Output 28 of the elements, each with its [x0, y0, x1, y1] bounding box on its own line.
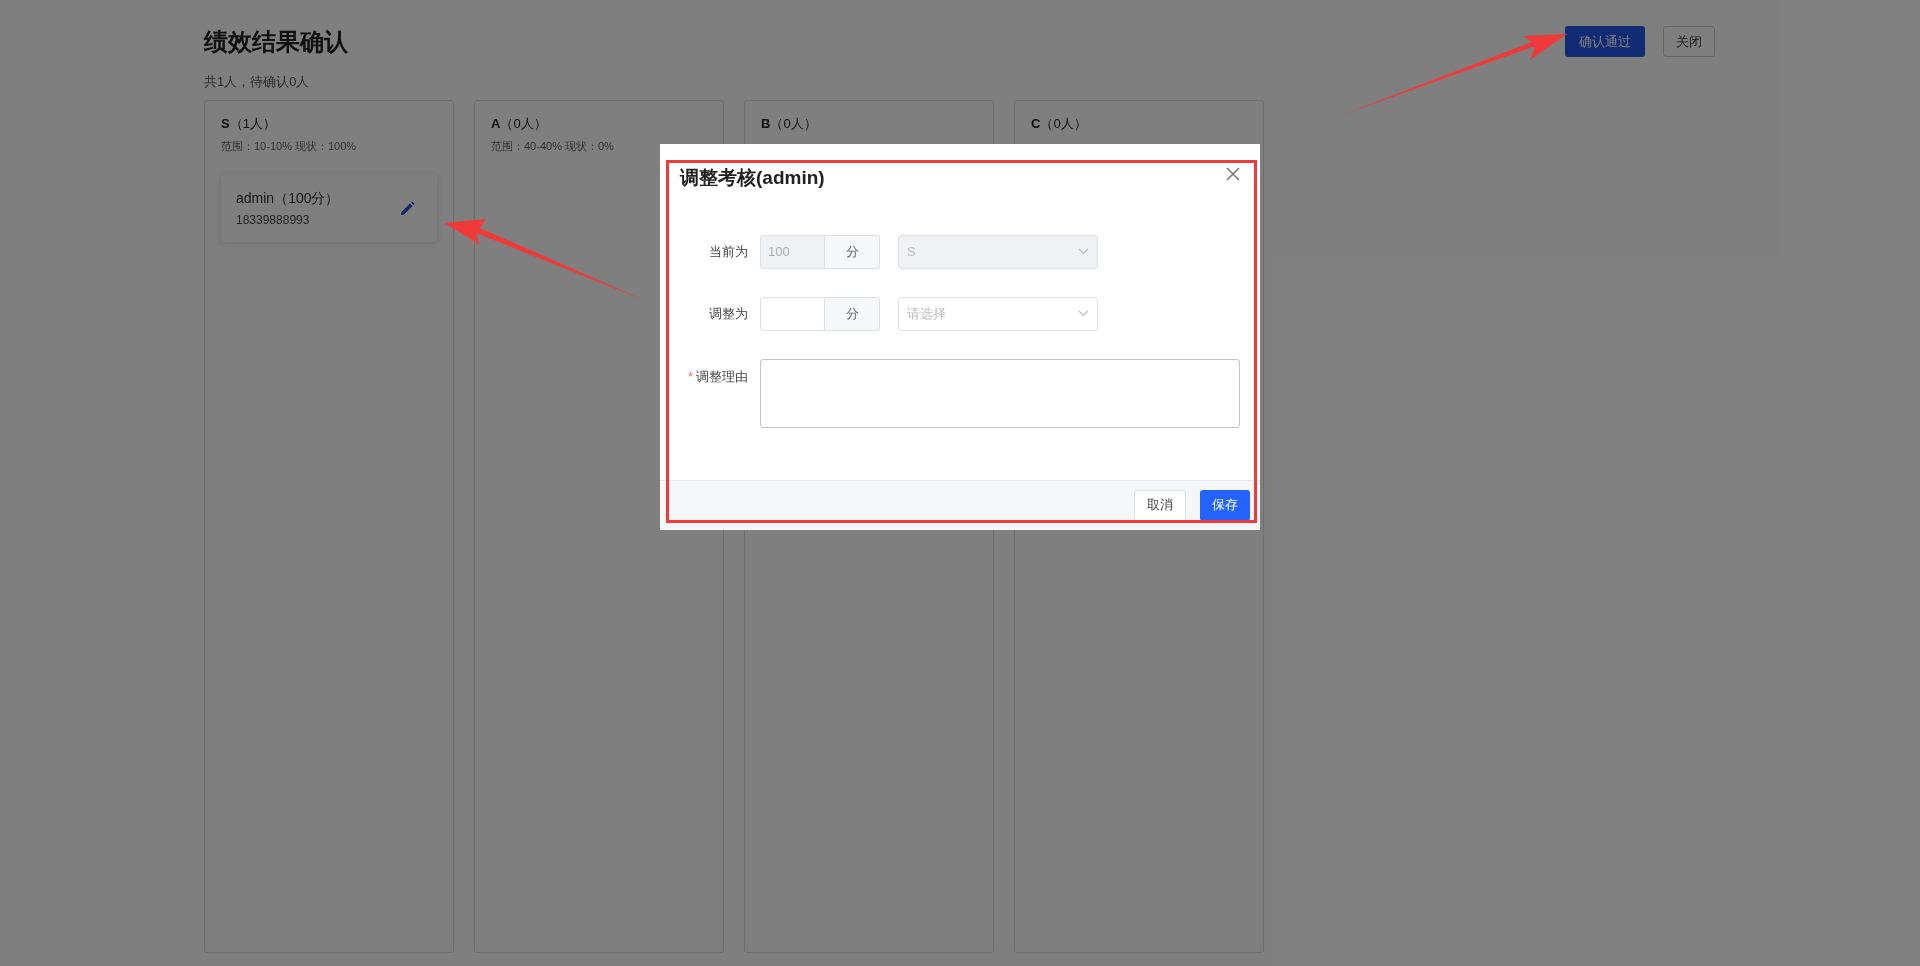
column-heading: B（0人） [761, 114, 818, 133]
select-placeholder: 请选择 [907, 304, 946, 323]
person-name: admin（100分） [236, 188, 340, 208]
column-heading: S（1人） [221, 114, 277, 133]
cancel-button[interactable]: 取消 [1134, 489, 1186, 521]
save-button[interactable]: 保存 [1200, 489, 1250, 521]
field-label: 当前为 [708, 242, 749, 261]
select-value: S [907, 242, 916, 261]
phone-number: 18339888993 [236, 211, 311, 229]
summary-text: 共1人，待确认0人 [204, 73, 311, 91]
column-heading: A（0人） [491, 114, 548, 133]
range-text: 范围：40-40% 现状：0% [491, 138, 615, 154]
page-title: 绩效结果确认 [204, 27, 348, 57]
close-icon[interactable] [1226, 167, 1240, 181]
person-card[interactable]: admin（100分） 18339888993 [221, 174, 437, 242]
score-field[interactable] [760, 296, 825, 331]
unit-label: 分 [825, 296, 880, 331]
field-label: 调整为 [708, 304, 749, 323]
column-heading: C（0人） [1031, 114, 1088, 133]
field-label: * 调整理由 [686, 367, 749, 386]
chevron-down-icon [1078, 310, 1089, 317]
edit-icon[interactable] [400, 200, 415, 216]
dialog-title: 调整考核(admin) [680, 166, 825, 190]
chevron-down-icon [1078, 248, 1089, 255]
unit-label: 分 [825, 234, 880, 269]
range-text: 范围：10-10% 现状：100% [221, 138, 358, 154]
close-button[interactable]: 关闭 [1663, 26, 1715, 57]
confirm-button[interactable]: 确认通过 [1565, 26, 1645, 57]
